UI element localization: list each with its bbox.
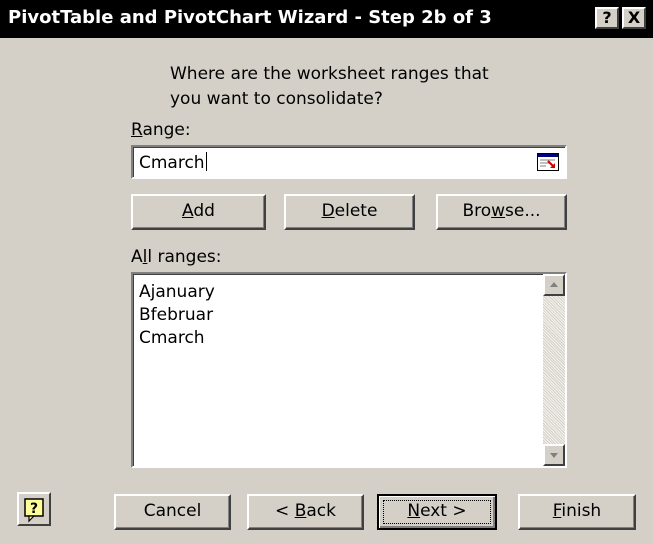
back-button[interactable]: < Back [247,494,364,530]
add-button[interactable]: Add [131,194,266,230]
pivot-wizard-dialog: PivotTable and PivotChart Wizard - Step … [0,0,653,544]
all-ranges-label: All ranges: [131,247,222,267]
scroll-down-button[interactable] [543,444,565,466]
list-item[interactable]: Cmarch [139,327,215,350]
browse-button[interactable]: Browse... [436,194,567,230]
instruction-line-2: you want to consolidate? [170,89,383,109]
all-ranges-items: Ajanuary Bfebruar Cmarch [139,281,215,350]
finish-button[interactable]: Finish [518,494,636,530]
scroll-down-arrow-icon [550,453,558,458]
scroll-up-arrow-icon [550,282,558,287]
title-help-button[interactable]: ? [595,7,619,29]
listbox-scrollbar[interactable] [543,274,565,466]
svg-text:?: ? [30,501,38,517]
range-input-value: Cmarch [139,152,207,173]
instruction-text: Where are the worksheet ranges that you … [170,62,489,112]
range-label: Range: [131,120,191,140]
help-question-icon: ? [24,498,44,523]
instruction-line-1: Where are the worksheet ranges that [170,64,489,84]
list-item[interactable]: Ajanuary [139,281,215,304]
collapse-dialog-icon[interactable] [537,153,559,171]
range-input[interactable]: Cmarch [131,145,567,179]
cancel-button[interactable]: Cancel [114,494,231,530]
window-title: PivotTable and PivotChart Wizard - Step … [8,7,492,28]
help-button[interactable]: ? [17,492,51,526]
title-close-button[interactable]: X [622,7,646,29]
next-button[interactable]: Next > [377,494,497,530]
scroll-up-button[interactable] [543,274,565,296]
list-item[interactable]: Bfebruar [139,304,215,327]
delete-button[interactable]: Delete [284,194,415,230]
title-bar: PivotTable and PivotChart Wizard - Step … [0,0,653,38]
all-ranges-listbox[interactable]: Ajanuary Bfebruar Cmarch [131,272,567,468]
